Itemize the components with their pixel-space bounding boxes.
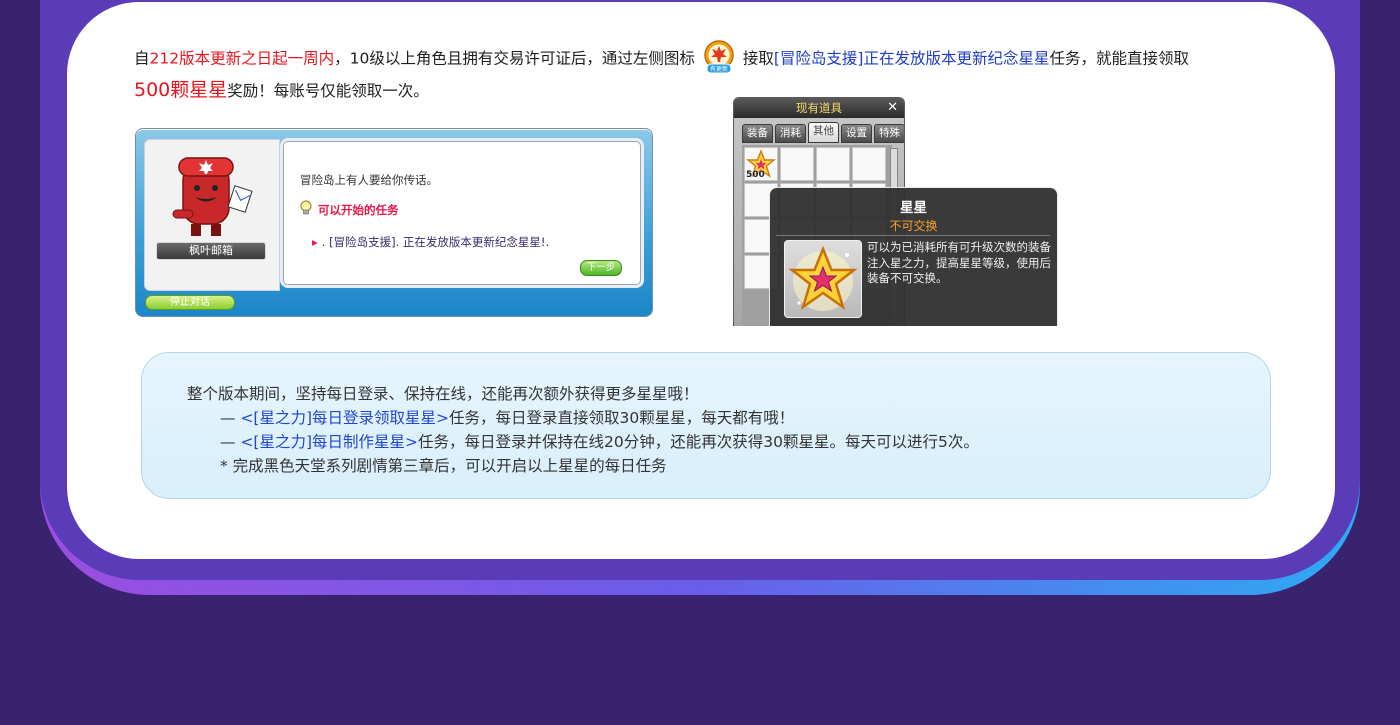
inventory-slot[interactable] (852, 147, 886, 181)
svg-text:有更新: 有更新 (710, 65, 728, 73)
info-line: — <[星之力]每日登录领取星星>任务，每日登录直接领取30颗星星，每天都有哦！ (220, 409, 795, 427)
lightbulb-icon (300, 200, 312, 220)
intro-text: 自212版本更新之日起一周内，10级以上角色且拥有交易许可证后，通过左侧图标 有… (134, 40, 1284, 105)
event-period: 212版本更新之日起一周内 (149, 49, 335, 68)
star-large-icon (788, 245, 858, 311)
npc-portrait-panel: 枫叶邮箱 (144, 139, 280, 291)
available-quests-heading: 可以开始的任务 (318, 203, 399, 217)
tab-special[interactable]: 特殊 (874, 124, 904, 143)
maple-leaf-badge-icon: 有更新 (701, 40, 737, 74)
inventory-tabs: 装备 消耗 其他 设置 特殊 (742, 122, 904, 143)
slot-quantity: 500 (746, 170, 765, 180)
daily-craft-quest-link: <[星之力]每日制作星星> (240, 433, 419, 451)
dialog-message: 冒险岛上有人要给你传话。 (300, 173, 438, 187)
quest-name: [冒险岛支援]正在发放版本更新纪念星星 (773, 49, 1050, 68)
mailbox-npc-icon (172, 157, 253, 236)
tooltip-divider (776, 235, 1050, 236)
npc-name-label: 枫叶邮箱 (156, 242, 266, 260)
tab-setup[interactable]: 设置 (841, 124, 872, 143)
npc-dialog-window: 枫叶邮箱 冒险岛上有人要给你传话。 可以开始的任务 ▸. [冒险岛支援]. 正在… (135, 128, 653, 317)
inventory-title: 现有道具 (734, 98, 904, 118)
quest-option-link[interactable]: ▸. [冒险岛支援]. 正在发放版本更新纪念星星!. (312, 234, 549, 250)
info-note: * 完成黑色天堂系列剧情第三章后，可以开启以上星星的每日任务 (220, 457, 667, 475)
daily-star-info-box: 整个版本期间，坚持每日登录、保持在线，还能再次额外获得更多星星哦！ — <[星之… (141, 352, 1271, 499)
reward-amount: 500颗星星 (134, 79, 228, 101)
stop-dialog-button[interactable]: 停止对话 (145, 295, 235, 310)
info-line: — <[星之力]每日制作星星>任务，每日登录并保持在线20分钟，还能再次获得30… (220, 433, 979, 451)
close-icon[interactable]: ✕ (887, 100, 898, 115)
dialog-text-panel: 冒险岛上有人要给你传话。 可以开始的任务 ▸. [冒险岛支援]. 正在发放版本更… (283, 141, 641, 285)
tab-consume[interactable]: 消耗 (775, 124, 806, 143)
item-tooltip: 星星 不可交换 可以为已消耗所有可升级次数的装备注入星之力，提高星星等级，使用后… (769, 187, 1058, 326)
daily-login-quest-link: <[星之力]每日登录领取星星> (240, 409, 450, 427)
item-description: 可以为已消耗所有可升级次数的装备注入星之力，提高星星等级，使用后装备不可交换。 (867, 240, 1051, 285)
next-button[interactable]: 下一步 (580, 260, 622, 276)
inventory-slot[interactable] (780, 147, 814, 181)
item-name: 星星 (900, 200, 927, 216)
tab-etc[interactable]: 其他 (808, 122, 839, 143)
info-line: 整个版本期间，坚持每日登录、保持在线，还能再次额外获得更多星星哦！ (187, 385, 699, 403)
tab-equip[interactable]: 装备 (742, 124, 773, 143)
inventory-slot[interactable] (816, 147, 850, 181)
inventory-slot-star[interactable]: 500 (744, 147, 778, 181)
item-icon-frame (784, 240, 862, 318)
item-trade-status: 不可交换 (889, 219, 938, 233)
arrow-right-icon: ▸ (312, 235, 318, 249)
